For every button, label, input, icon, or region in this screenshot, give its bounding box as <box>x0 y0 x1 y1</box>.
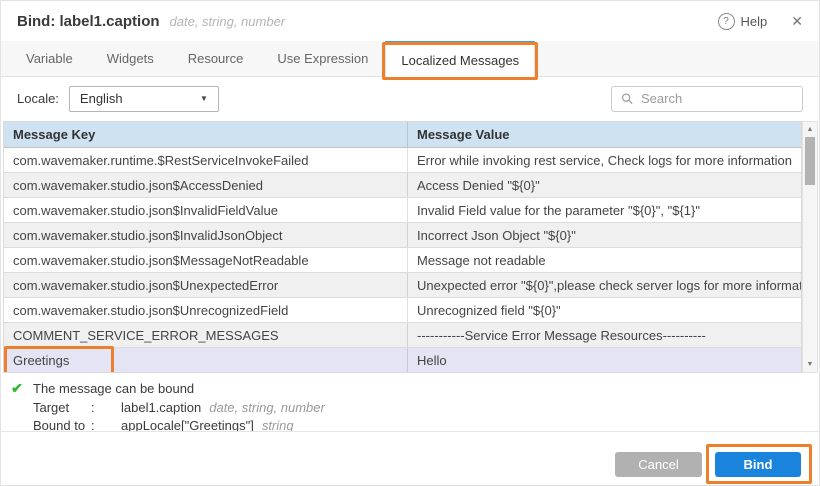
tab-use-expression[interactable]: Use Expression <box>260 41 385 76</box>
table-scrollbar[interactable]: ▲ ▼ <box>802 121 818 373</box>
tab-variable[interactable]: Variable <box>9 41 90 76</box>
locale-dropdown[interactable]: English ▼ <box>69 86 219 112</box>
dialog-header: Bind: label1.caption date, string, numbe… <box>1 1 819 41</box>
close-icon[interactable]: ✕ <box>791 13 803 30</box>
scroll-down-icon[interactable]: ▼ <box>803 358 817 371</box>
message-key-cell: com.wavemaker.studio.json$UnexpectedErro… <box>4 278 407 293</box>
help-button[interactable]: ? Help <box>718 13 768 30</box>
caret-down-icon: ▼ <box>200 94 208 103</box>
column-header-message-value: Message Value <box>407 122 801 147</box>
message-key-cell: com.wavemaker.studio.json$InvalidFieldVa… <box>4 203 407 218</box>
help-icon: ? <box>718 13 735 30</box>
table-row[interactable]: COMMENT_SERVICE_ERROR_MESSAGES----------… <box>4 323 801 348</box>
dialog-title-hint: date, string, number <box>170 14 286 29</box>
scroll-up-icon[interactable]: ▲ <box>803 123 817 136</box>
table-row[interactable]: com.wavemaker.studio.json$InvalidFieldVa… <box>4 198 801 223</box>
locale-label: Locale: <box>17 91 59 106</box>
message-value-cell: Error while invoking rest service, Check… <box>407 148 801 172</box>
cancel-button[interactable]: Cancel <box>615 452 702 477</box>
check-icon: ✔ <box>1 380 33 397</box>
message-key-cell: com.wavemaker.studio.json$MessageNotRead… <box>4 253 407 268</box>
tab-resource[interactable]: Resource <box>171 41 261 76</box>
messages-table: Message Key Message Value com.wavemaker.… <box>3 121 802 373</box>
table-row[interactable]: com.wavemaker.studio.json$UnexpectedErro… <box>4 273 801 298</box>
message-value-cell: Hello <box>407 348 801 372</box>
message-key-cell: COMMENT_SERVICE_ERROR_MESSAGES <box>4 328 407 343</box>
table-row[interactable]: GreetingsHello <box>4 348 801 373</box>
target-label: Target <box>33 400 91 415</box>
tab-bar: VariableWidgetsResourceUse ExpressionLoc… <box>1 41 819 77</box>
table-row[interactable]: com.wavemaker.studio.json$UnrecognizedFi… <box>4 298 801 323</box>
search-input[interactable] <box>639 90 793 107</box>
message-value-cell: Access Denied "${0}" <box>407 173 801 197</box>
table-row[interactable]: com.wavemaker.studio.json$InvalidJsonObj… <box>4 223 801 248</box>
message-value-cell: Unrecognized field "${0}" <box>407 298 801 322</box>
message-value-cell: Message not readable <box>407 248 801 272</box>
message-key-cell: com.wavemaker.studio.json$UnrecognizedFi… <box>4 303 407 318</box>
table-row[interactable]: com.wavemaker.studio.json$MessageNotRead… <box>4 248 801 273</box>
target-type-hint: date, string, number <box>209 400 325 415</box>
message-key-cell: com.wavemaker.studio.json$InvalidJsonObj… <box>4 228 407 243</box>
table-row[interactable]: com.wavemaker.studio.json$AccessDeniedAc… <box>4 173 801 198</box>
bind-button[interactable]: Bind <box>715 452 801 477</box>
search-box[interactable] <box>611 86 803 112</box>
locale-selected-value: English <box>80 91 123 106</box>
annotation-active-tab <box>382 42 538 80</box>
target-value: label1.caption <box>121 400 201 415</box>
tab-widgets[interactable]: Widgets <box>90 41 171 76</box>
column-header-message-key: Message Key <box>4 127 407 142</box>
message-value-cell: Incorrect Json Object "${0}" <box>407 223 801 247</box>
search-icon <box>621 92 633 105</box>
binding-info-panel: ✔ The message can be bound Target : labe… <box>1 373 819 431</box>
message-value-cell: Invalid Field value for the parameter "$… <box>407 198 801 222</box>
scrollbar-thumb[interactable] <box>805 137 815 185</box>
message-key-cell: com.wavemaker.runtime.$RestServiceInvoke… <box>4 153 407 168</box>
help-label: Help <box>741 14 768 29</box>
table-body: com.wavemaker.runtime.$RestServiceInvoke… <box>4 148 801 373</box>
table-row[interactable]: com.wavemaker.runtime.$RestServiceInvoke… <box>4 148 801 173</box>
dialog-footer: Cancel Bind <box>1 431 819 485</box>
toolbar: Locale: English ▼ <box>1 78 819 119</box>
message-value-cell: -----------Service Error Message Resourc… <box>407 323 801 347</box>
binding-target-row: Target : label1.caption date, string, nu… <box>1 400 819 415</box>
tab-localized-messages[interactable]: Localized Messages <box>385 41 535 77</box>
bind-dialog: Bind: label1.caption date, string, numbe… <box>0 0 820 486</box>
dialog-title: Bind: label1.caption <box>17 13 160 30</box>
table-header: Message Key Message Value <box>4 122 801 148</box>
message-value-cell: Unexpected error "${0}",please check ser… <box>407 273 801 297</box>
binding-status-text: The message can be bound <box>33 381 194 396</box>
message-key-cell: Greetings <box>4 353 407 368</box>
message-key-cell: com.wavemaker.studio.json$AccessDenied <box>4 178 407 193</box>
